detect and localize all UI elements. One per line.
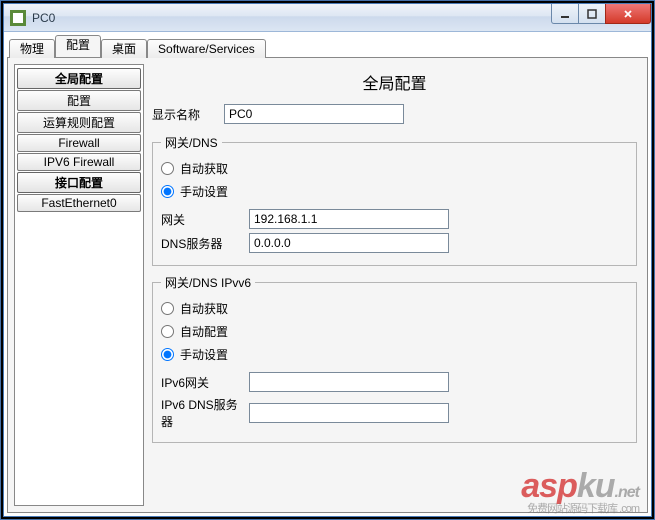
app-window: PC0 物理 配置 桌面 Software/Services 全局配置 配置 运… bbox=[3, 3, 652, 517]
sidebar: 全局配置 配置 运算规则配置 Firewall IPV6 Firewall 接口… bbox=[14, 64, 144, 506]
close-icon bbox=[622, 8, 634, 20]
maximize-icon bbox=[586, 8, 598, 20]
input-dns6[interactable] bbox=[249, 403, 449, 423]
input-gateway6[interactable] bbox=[249, 372, 449, 392]
radio-manual[interactable] bbox=[161, 185, 174, 198]
fieldset-gateway-dns: 网关/DNS 自动获取 手动设置 网关 bbox=[152, 134, 637, 266]
label-autoconf6: 自动配置 bbox=[180, 323, 228, 340]
legend-gateway-dns: 网关/DNS bbox=[161, 134, 222, 151]
radio-row-auto6[interactable]: 自动获取 bbox=[161, 297, 628, 320]
minimize-button[interactable] bbox=[551, 4, 579, 24]
tab-desktop[interactable]: 桌面 bbox=[101, 39, 147, 58]
close-button[interactable] bbox=[605, 4, 651, 24]
row-gateway: 网关 bbox=[161, 209, 628, 229]
sidebar-item-algorithm[interactable]: 运算规则配置 bbox=[17, 112, 141, 133]
tab-physical[interactable]: 物理 bbox=[9, 39, 55, 58]
titlebar: PC0 bbox=[4, 4, 651, 32]
tab-panel: 全局配置 配置 运算规则配置 Firewall IPV6 Firewall 接口… bbox=[7, 57, 648, 513]
radio-row-manual[interactable]: 手动设置 bbox=[161, 180, 628, 203]
sidebar-header-interface: 接口配置 bbox=[17, 172, 141, 193]
radio-row-auto[interactable]: 自动获取 bbox=[161, 157, 628, 180]
input-display-name[interactable] bbox=[224, 104, 404, 124]
sidebar-item-ipv6-firewall[interactable]: IPV6 Firewall bbox=[17, 153, 141, 171]
input-dns[interactable] bbox=[249, 233, 449, 253]
radio-auto[interactable] bbox=[161, 162, 174, 175]
label-manual6: 手动设置 bbox=[180, 346, 228, 363]
tab-config[interactable]: 配置 bbox=[55, 35, 101, 57]
sidebar-header-global: 全局配置 bbox=[17, 68, 141, 89]
window-title: PC0 bbox=[32, 11, 55, 25]
label-dns6: IPv6 DNS服务器 bbox=[161, 396, 249, 430]
tabbar: 物理 配置 桌面 Software/Services bbox=[7, 35, 648, 57]
label-gateway6: IPv6网关 bbox=[161, 374, 249, 391]
radio-auto6[interactable] bbox=[161, 302, 174, 315]
minimize-icon bbox=[559, 8, 571, 20]
label-gateway: 网关 bbox=[161, 211, 249, 228]
sidebar-item-fastethernet0[interactable]: FastEthernet0 bbox=[17, 194, 141, 212]
app-icon bbox=[10, 10, 26, 26]
page-title: 全局配置 bbox=[152, 64, 637, 104]
main-panel: 全局配置 显示名称 网关/DNS 自动获取 手动设置 bbox=[152, 64, 641, 506]
sidebar-item-firewall[interactable]: Firewall bbox=[17, 134, 141, 152]
tab-software-services[interactable]: Software/Services bbox=[147, 39, 266, 58]
maximize-button[interactable] bbox=[578, 4, 606, 24]
radio-autoconf6[interactable] bbox=[161, 325, 174, 338]
label-auto6: 自动获取 bbox=[180, 300, 228, 317]
input-gateway[interactable] bbox=[249, 209, 449, 229]
window-controls bbox=[552, 4, 651, 24]
label-manual: 手动设置 bbox=[180, 183, 228, 200]
fieldset-gateway-dns-ipv6: 网关/DNS IPvv6 自动获取 自动配置 手动设置 bbox=[152, 274, 637, 443]
radio-row-autoconf6[interactable]: 自动配置 bbox=[161, 320, 628, 343]
content-area: 物理 配置 桌面 Software/Services 全局配置 配置 运算规则配… bbox=[4, 32, 651, 516]
legend-gateway-dns-ipv6: 网关/DNS IPvv6 bbox=[161, 274, 255, 291]
radio-manual6[interactable] bbox=[161, 348, 174, 361]
label-display-name: 显示名称 bbox=[152, 106, 224, 123]
radio-row-manual6[interactable]: 手动设置 bbox=[161, 343, 628, 366]
label-auto: 自动获取 bbox=[180, 160, 228, 177]
row-dns6: IPv6 DNS服务器 bbox=[161, 396, 628, 430]
label-dns: DNS服务器 bbox=[161, 235, 249, 252]
sidebar-item-config[interactable]: 配置 bbox=[17, 90, 141, 111]
row-gateway6: IPv6网关 bbox=[161, 372, 628, 392]
row-dns: DNS服务器 bbox=[161, 233, 628, 253]
row-display-name: 显示名称 bbox=[152, 104, 637, 124]
